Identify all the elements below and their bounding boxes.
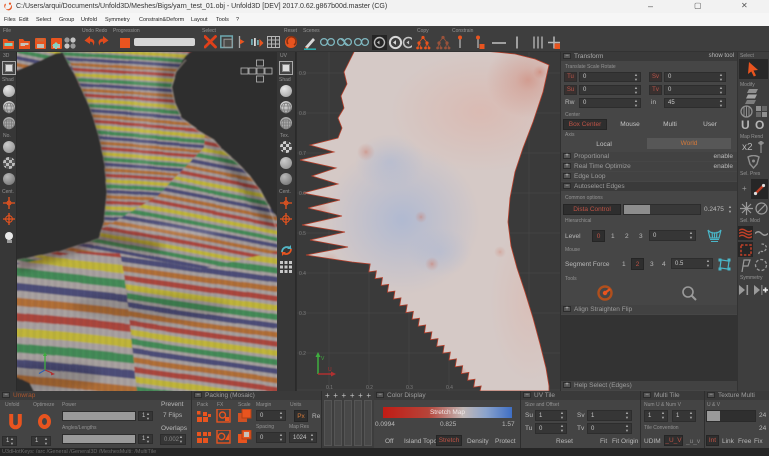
svg-text:0.3: 0.3	[299, 311, 306, 317]
svg-text:0.9: 0.9	[299, 71, 306, 77]
svg-text:0.4: 0.4	[299, 271, 306, 277]
svg-text:0.8: 0.8	[299, 111, 306, 117]
svg-text:0.5: 0.5	[299, 231, 306, 237]
svg-text:U: U	[328, 367, 332, 373]
svg-text:0.7: 0.7	[299, 151, 306, 157]
svg-text:0.6: 0.6	[299, 191, 306, 197]
svg-text:0.2: 0.2	[299, 351, 306, 357]
